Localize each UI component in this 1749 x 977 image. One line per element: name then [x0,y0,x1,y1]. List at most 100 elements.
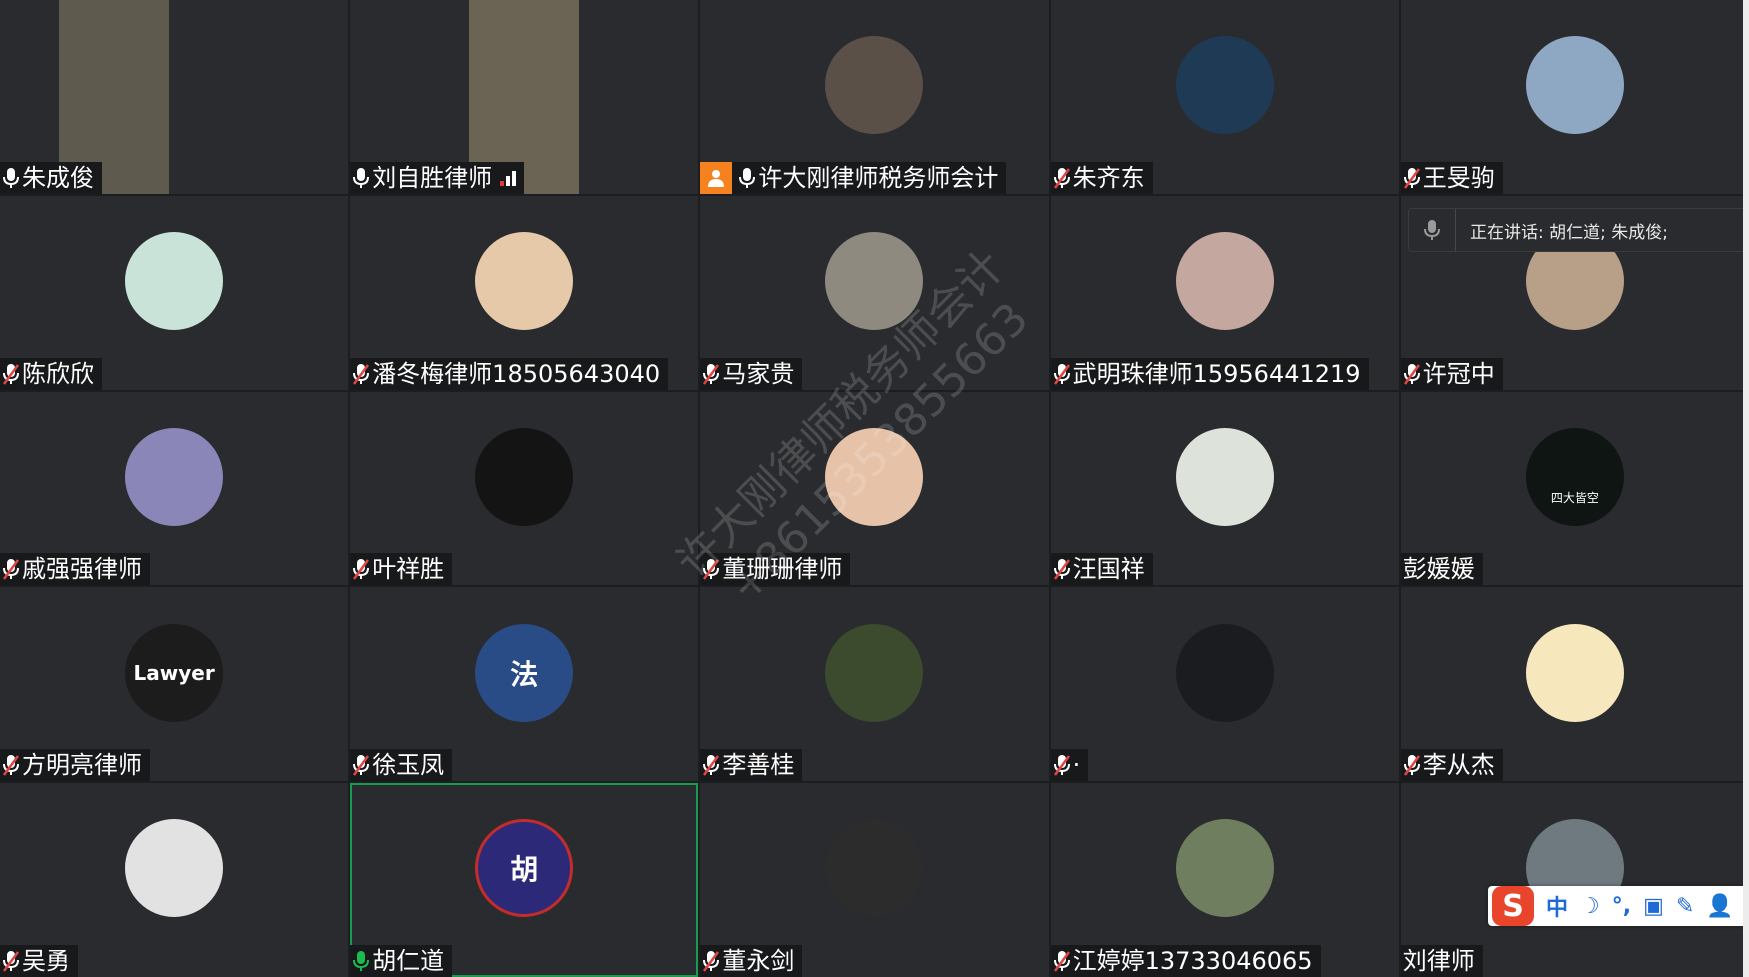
user-icon[interactable]: 👤 [1706,894,1733,919]
participant-nametag: 董珊珊律师 [700,553,851,586]
participant-tile[interactable]: 刘自胜律师 [350,0,699,194]
participant-name: 王旻驹 [1422,163,1495,192]
mic-muted-icon [703,755,720,776]
mic-muted-icon [1053,559,1070,581]
mic-muted-icon [1403,363,1420,385]
mic-muted-icon [353,559,370,581]
participant-avatar [825,36,924,135]
participant-nametag: 徐玉凤 [350,749,453,782]
participant-name: 江婷婷13733046065 [1072,947,1313,975]
participant-tile[interactable]: 朱齐东 [1050,0,1399,194]
participant-tile[interactable]: 王旻驹 [1400,0,1749,194]
speaking-indicator: 正在讲话: 胡仁道; 朱成俊; [1408,208,1749,252]
participant-name: 戚强强律师 [22,555,142,584]
moon-icon[interactable]: ☽ [1580,894,1600,919]
participant-nametag: 许冠中 [1400,357,1503,390]
mic-muted-icon [353,363,370,385]
mic-muted-icon [2,755,20,776]
participant-avatar: 法 [475,623,574,722]
participant-tile[interactable]: 李从杰 [1400,587,1749,782]
participant-name: 吴勇 [22,947,70,975]
mic-icon [739,167,756,188]
participant-avatar [825,623,924,722]
participant-tile[interactable]: 董永剑 [700,783,1049,977]
participant-nametag: 胡仁道 [350,945,453,977]
participant-tile[interactable]: 潘冬梅律师18505643040 [350,195,699,390]
participant-name: 武明珠律师15956441219 [1072,359,1361,388]
participant-tile[interactable]: 许大刚律师税务师会计 [700,0,1049,194]
participant-tile[interactable]: Lawyer 方明亮律师 [0,587,349,782]
participant-name: 李善桂 [722,751,795,780]
mic-muted-icon [1053,951,1070,972]
window-edge [1743,0,1749,977]
participant-tile[interactable]: 法徐玉凤 [350,587,699,782]
mic-muted-icon [1403,755,1420,776]
participant-tile[interactable]: 胡胡仁道 [350,783,699,977]
participant-nametag: 李从杰 [1400,749,1503,782]
participant-name: 马家贵 [722,359,795,388]
participant-tile[interactable]: 刘律师 [1400,783,1749,977]
participant-avatar: 四大皆空 [1525,427,1624,526]
mic-icon [353,951,370,971]
participant-nametag: 方明亮律师 [0,749,150,782]
participant-tile[interactable]: 江婷婷13733046065 [1050,783,1399,977]
participant-nametag: 吴勇 [0,945,78,977]
mic-muted-icon [1403,167,1420,189]
participant-name: 胡仁道 [372,947,445,975]
participant-tile[interactable]: 戚强强律师 [0,391,349,586]
participant-tile[interactable]: 叶祥胜 [350,391,699,586]
participant-tile[interactable]: 马家贵 [700,195,1049,390]
mic-icon [353,167,370,188]
mic-muted-icon [2,559,20,581]
mic-muted-icon [2,363,20,385]
participant-nametag: 马家贵 [700,357,803,390]
participant-nametag: 陈欣欣 [0,357,102,390]
participant-name: 李从杰 [1422,751,1495,780]
participant-nametag: 叶祥胜 [350,553,453,586]
participant-tile[interactable]: 李善桂 [700,587,1049,782]
participant-nametag: 许大刚律师税务师会计 [700,161,1007,194]
punctuation-icon[interactable]: °, [1612,894,1631,919]
participant-tile[interactable]: 汪国祥 [1050,391,1399,586]
mic-muted-icon [1053,755,1070,776]
participant-tile[interactable]: 陈欣欣 [0,195,349,390]
participant-name: 刘自胜律师 [372,163,493,192]
mic-muted-icon [1053,167,1070,189]
participant-nametag: 朱成俊 [0,161,102,194]
participant-nametag: 江婷婷13733046065 [1050,945,1321,977]
ime-toolbar[interactable]: S 中 ☽ °, ▣ ✎ 👤 [1488,886,1749,926]
participant-grid: 朱成俊 刘自胜律师 许大刚律师税务师会计 朱齐东 王旻驹陈欣欣 潘冬梅律师18505643… [0,0,1749,977]
participant-name: 彭媛媛 [1402,555,1475,584]
participant-name: · [1072,751,1081,780]
participant-avatar [475,427,574,526]
participant-tile[interactable]: 四大皆空彭媛媛 [1400,391,1749,586]
mic-muted-icon [2,951,20,972]
participant-avatar [475,232,574,331]
participant-name: 叶祥胜 [372,555,445,584]
participant-avatar [825,232,924,331]
participant-avatar [125,232,224,331]
participant-avatar [1175,232,1274,331]
participant-tile[interactable]: 朱成俊 [0,0,349,194]
ime-mode-toggle[interactable]: 中 [1546,890,1568,922]
participant-name: 许冠中 [1422,359,1495,388]
participant-nametag: 董永剑 [700,945,803,977]
participant-nametag: 潘冬梅律师18505643040 [350,357,669,390]
participant-nametag: 刘自胜律师 [350,161,525,194]
participant-avatar [825,819,924,918]
mic-muted-icon [1053,363,1070,385]
participant-name: 董永剑 [722,947,795,975]
participant-tile[interactable]: 董珊珊律师 [700,391,1049,586]
sogou-logo-icon[interactable]: S [1492,886,1534,926]
participant-nametag: 朱齐东 [1050,161,1153,194]
participant-tile[interactable]: 武明珠律师15956441219 [1050,195,1399,390]
participant-avatar [1175,427,1274,526]
keyboard-icon[interactable]: ▣ [1643,894,1664,919]
speaking-label: 正在讲话: 胡仁道; 朱成俊; [1470,222,1668,243]
participant-nametag: 武明珠律师15956441219 [1050,357,1369,390]
pen-icon[interactable]: ✎ [1676,894,1694,919]
mic-icon [1409,209,1456,251]
participant-tile[interactable]: 吴勇 [0,783,349,977]
participant-tile[interactable]: · [1050,587,1399,782]
participant-nametag: 王旻驹 [1400,161,1503,194]
